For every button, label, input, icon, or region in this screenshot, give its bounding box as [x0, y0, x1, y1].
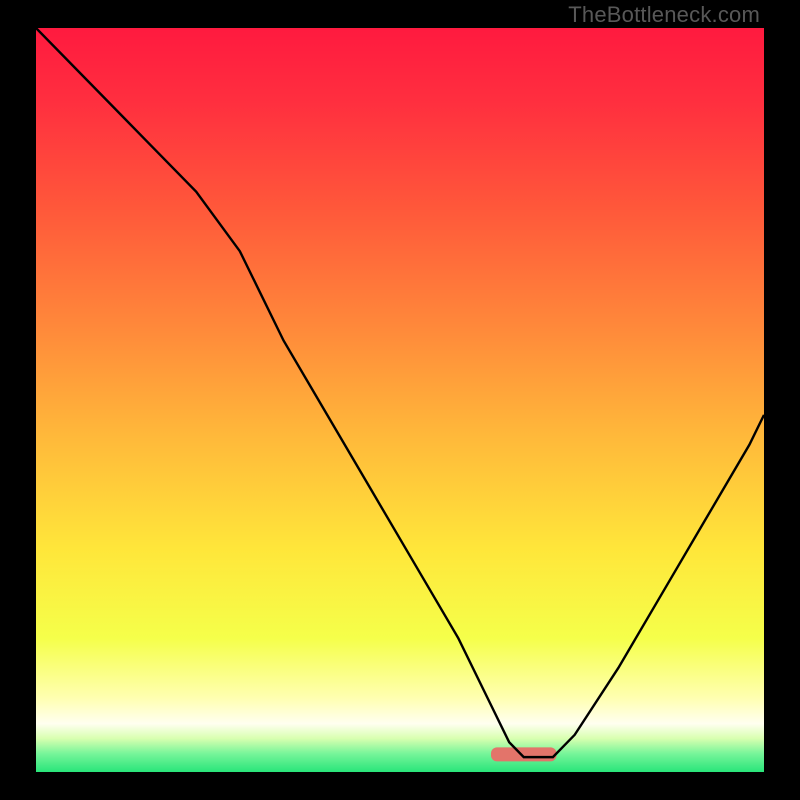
chart-frame: TheBottleneck.com: [0, 0, 800, 800]
optimum-marker: [491, 747, 557, 761]
bottleneck-chart: [36, 28, 764, 772]
watermark-label: TheBottleneck.com: [568, 2, 760, 28]
